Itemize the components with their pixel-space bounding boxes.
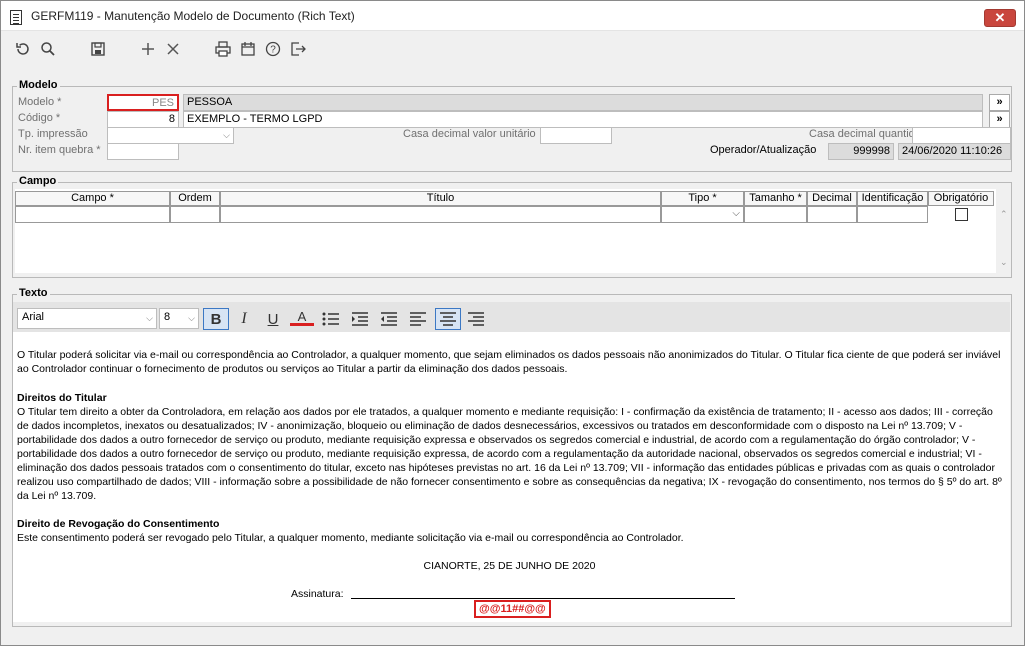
italic-button[interactable]: I [232,309,256,329]
heading-revogacao: Direito de Revogação do Consentimento [17,518,220,530]
nr-item-quebra-input[interactable] [107,143,179,160]
modelo-label: Modelo * [18,96,62,108]
cell-ordem[interactable] [170,206,220,223]
col-ordem[interactable]: Ordem [170,191,220,206]
font-color-button[interactable]: A [290,309,314,326]
scroll-up-icon[interactable]: ⌃ [1000,209,1008,220]
cell-tamanho[interactable] [744,206,807,223]
signature-line [351,598,735,599]
col-identificacao[interactable]: Identificação [857,191,928,206]
toolbar: ? [1,32,1024,68]
chevron-down-icon: ⌵ [188,313,195,323]
obrigatorio-checkbox[interactable] [955,208,968,221]
font-size-select[interactable]: 8 ⌵ [159,308,199,329]
calendar-icon[interactable] [238,39,258,59]
cell-titulo[interactable] [220,206,661,223]
help-icon[interactable]: ? [263,39,283,59]
font-family-value: Arial [22,311,45,323]
cell-campo[interactable] [15,206,170,223]
codigo-input[interactable]: 8 [107,111,179,128]
casa-decimal-valor-input[interactable] [540,127,612,144]
underline-button[interactable]: U [261,309,285,329]
modelo-group-title: Modelo [17,79,60,91]
modelo-description-field: PESSOA [183,94,983,111]
signature-label: Assinatura: [291,588,344,600]
scroll-down-icon[interactable]: ⌄ [1000,257,1008,268]
align-left-icon[interactable] [406,309,430,329]
campo-group-title: Campo [17,175,59,187]
tp-impressao-label: Tp. impressão [18,128,88,140]
cell-identificacao[interactable] [857,206,928,223]
title-bar: GERFM119 - Manutenção Modelo de Document… [1,1,1024,31]
col-tamanho[interactable]: Tamanho * [744,191,807,206]
svg-text:?: ? [270,45,276,56]
col-titulo[interactable]: Título [220,191,661,206]
bold-button[interactable]: B [203,308,229,330]
col-tipo[interactable]: Tipo * [661,191,744,206]
font-family-select[interactable]: Arial ⌵ [17,308,157,329]
rich-text-editor[interactable]: O Titular poderá solicitar via e-mail ou… [13,332,1010,622]
delete-icon[interactable] [163,39,183,59]
operador-label: Operador/Atualização [710,144,817,156]
document-icon [10,10,22,25]
outdent-icon[interactable] [377,309,401,329]
format-toolbar: Arial ⌵ 8 ⌵ B I U A [13,302,1010,332]
paragraph-revogacao: Este consentimento poderá ser revogado p… [17,532,684,544]
tp-impressao-select[interactable]: ⌵ [107,127,234,144]
signature-token: @@11##@@ [474,600,551,618]
print-icon[interactable] [213,39,233,59]
save-icon[interactable] [88,39,108,59]
modelo-lookup-button[interactable]: » [989,94,1010,111]
align-right-icon[interactable] [464,309,488,329]
col-campo[interactable]: Campo * [15,191,170,206]
chevron-down-icon: ⌵ [146,313,153,323]
bullet-list-icon[interactable] [319,309,343,329]
add-icon[interactable] [138,39,158,59]
search-icon[interactable] [38,39,58,59]
chevron-down-icon: ⌵ [223,130,230,140]
cell-tipo[interactable]: ⌵ [661,206,744,223]
casa-decimal-valor-label: Casa decimal valor unitário [403,128,536,140]
main-window: GERFM119 - Manutenção Modelo de Document… [0,0,1025,646]
exit-icon[interactable] [288,39,308,59]
paragraph-direitos: O Titular tem direito a obter da Control… [17,406,1002,502]
modelo-code-input[interactable]: PES [107,94,179,111]
col-decimal[interactable]: Decimal [807,191,857,206]
col-obrigatorio[interactable]: Obrigatório [928,191,994,206]
font-size-value: 8 [164,311,171,323]
nr-item-quebra-label: Nr. item quebra * [18,144,101,156]
chevron-down-icon: ⌵ [732,208,740,219]
cell-decimal[interactable] [807,206,857,223]
texto-group-title: Texto [17,287,50,299]
codigo-lookup-button[interactable]: » [989,111,1010,128]
indent-icon[interactable] [348,309,372,329]
codigo-description-input[interactable]: EXEMPLO - TERMO LGPD [183,111,983,128]
close-button[interactable]: ✕ [984,9,1016,27]
align-center-icon[interactable] [435,308,461,330]
codigo-label: Código * [18,112,61,124]
date-line: CIANORTE, 25 DE JUNHO DE 2020 [423,560,596,572]
casa-decimal-qtd-input[interactable] [912,127,1011,144]
paragraph-eliminacao: O Titular poderá solicitar via e-mail ou… [17,349,1001,375]
heading-direitos: Direitos do Titular [17,392,107,404]
window-title: GERFM119 - Manutenção Modelo de Document… [31,9,355,23]
atualizacao-field: 24/06/2020 11:10:26 [898,143,1011,160]
operador-field: 999998 [828,143,894,160]
refresh-icon[interactable] [13,39,33,59]
